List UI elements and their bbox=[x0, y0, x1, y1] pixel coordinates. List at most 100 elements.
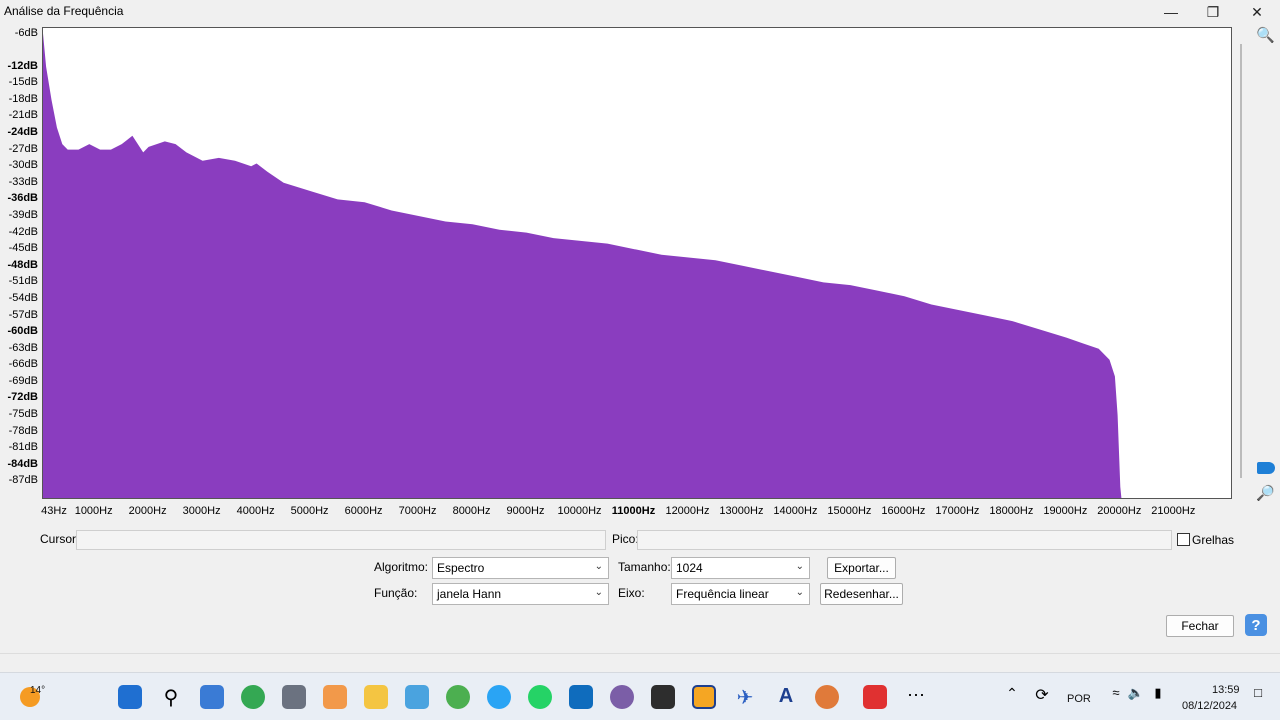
weather-temp: 14° bbox=[30, 685, 46, 696]
y-tick-label: -69dB bbox=[8, 374, 38, 387]
zoom-in-icon[interactable]: 🔍 bbox=[1256, 26, 1275, 44]
windows-start-icon[interactable] bbox=[118, 685, 142, 709]
utorrent-icon[interactable] bbox=[446, 685, 470, 709]
more-apps-icon[interactable]: ⋯ bbox=[904, 685, 928, 709]
x-tick-label: 7000Hz bbox=[398, 505, 437, 517]
y-tick-label: -57dB bbox=[8, 308, 38, 321]
size-select[interactable]: 1024 ⌄ bbox=[671, 557, 810, 579]
export-button[interactable]: Exportar... bbox=[827, 557, 896, 579]
file-explorer-icon[interactable] bbox=[364, 685, 388, 709]
spectrum-area bbox=[43, 33, 1122, 498]
volume-icon[interactable]: 🔈 bbox=[1124, 685, 1148, 709]
title-bar: Análise da Frequência — ❐ ✕ bbox=[0, 0, 1280, 24]
zoom-slider-thumb[interactable] bbox=[1257, 462, 1275, 474]
x-tick-label: 16000Hz bbox=[881, 505, 926, 517]
calculator-icon[interactable] bbox=[282, 685, 306, 709]
restore-button[interactable]: ❐ bbox=[1190, 0, 1236, 24]
algorithm-label: Algoritmo: bbox=[374, 560, 429, 574]
y-tick-label: -30dB bbox=[8, 159, 38, 172]
y-tick-label: -54dB bbox=[8, 291, 38, 304]
y-tick-label: -33dB bbox=[8, 175, 38, 188]
y-tick-label: -48dB bbox=[7, 258, 38, 271]
x-tick-label: 20000Hz bbox=[1097, 505, 1142, 517]
zoom-slider-track[interactable] bbox=[1240, 44, 1242, 478]
minimize-icon: — bbox=[1164, 4, 1178, 20]
close-window-button[interactable]: ✕ bbox=[1234, 0, 1280, 24]
y-tick-label: -21dB bbox=[8, 109, 38, 122]
outlook-icon[interactable] bbox=[569, 685, 593, 709]
x-tick-label: 4000Hz bbox=[236, 505, 275, 517]
whatsapp-icon[interactable] bbox=[528, 685, 552, 709]
y-tick-label: -72dB bbox=[7, 391, 38, 404]
spectrum-plot[interactable] bbox=[42, 27, 1232, 499]
clock-time[interactable]: 13:59 bbox=[1212, 684, 1240, 696]
axis-label: Eixo: bbox=[618, 586, 645, 600]
y-tick-label: -81dB bbox=[8, 441, 38, 454]
grid-label: Grelhas bbox=[1192, 533, 1235, 547]
x-tick-label: 10000Hz bbox=[557, 505, 602, 517]
chevron-down-icon: ⌄ bbox=[795, 561, 804, 572]
question-icon: ? bbox=[1251, 616, 1261, 634]
cursor-label: Cursor: bbox=[40, 532, 80, 546]
y-tick-label: -18dB bbox=[8, 92, 38, 105]
x-tick-label: 9000Hz bbox=[506, 505, 545, 517]
x-tick-label: 12000Hz bbox=[665, 505, 710, 517]
y-axis: -6dB -12dB -15dB -18dB -21dB -24dB -27dB -30dB -… bbox=[0, 27, 42, 499]
algorithm-select[interactable]: Espectro ⌄ bbox=[432, 557, 609, 579]
airplane-icon[interactable]: ✈ bbox=[733, 685, 757, 709]
size-label: Tamanho: bbox=[618, 560, 671, 574]
search-icon[interactable]: ⚲ bbox=[159, 685, 183, 709]
y-tick-label: -12dB bbox=[7, 59, 38, 72]
restore-icon: ❐ bbox=[1206, 3, 1220, 20]
y-tick-label: -24dB bbox=[7, 126, 38, 139]
y-tick-label: -45dB bbox=[8, 242, 38, 255]
x-tick-label: 5000Hz bbox=[290, 505, 329, 517]
x-tick-label: 6000Hz bbox=[344, 505, 383, 517]
photos-icon[interactable] bbox=[405, 685, 429, 709]
a-app-icon[interactable]: A bbox=[774, 685, 798, 709]
close-icon: ✕ bbox=[1251, 3, 1263, 20]
divider bbox=[0, 653, 1280, 654]
language-indicator[interactable]: POR bbox=[1067, 693, 1091, 705]
y-tick-label: -6dB bbox=[14, 27, 38, 39]
help-app-icon[interactable] bbox=[487, 685, 511, 709]
notification-icon[interactable]: □ bbox=[1246, 685, 1270, 709]
minimize-button[interactable]: — bbox=[1148, 0, 1194, 24]
y-tick-label: -36dB bbox=[7, 192, 38, 205]
sync-icon[interactable]: ⟳ bbox=[1030, 685, 1054, 709]
close-button[interactable]: Fechar bbox=[1166, 615, 1234, 637]
x-tick-label: 21000Hz bbox=[1151, 505, 1196, 517]
help-button[interactable]: ? bbox=[1245, 614, 1267, 636]
cursor-field bbox=[76, 530, 606, 550]
axis-value: Frequência linear bbox=[676, 587, 769, 601]
chevron-down-icon: ⌄ bbox=[594, 587, 603, 598]
battery-icon[interactable]: ▮ bbox=[1146, 685, 1170, 709]
x-tick-label: 43Hz bbox=[41, 505, 67, 517]
clock-date[interactable]: 08/12/2024 bbox=[1182, 700, 1237, 712]
media-player-icon[interactable] bbox=[323, 685, 347, 709]
app-icon[interactable] bbox=[610, 685, 634, 709]
window-title: Análise da Frequência bbox=[4, 4, 124, 18]
y-tick-label: -42dB bbox=[8, 225, 38, 238]
chrome-icon[interactable] bbox=[241, 685, 265, 709]
x-tick-label: 11000Hz bbox=[611, 505, 656, 517]
zoom-out-icon[interactable]: 🔎 bbox=[1256, 484, 1275, 502]
y-tick-label: -87dB bbox=[8, 474, 38, 487]
y-tick-label: -27dB bbox=[8, 142, 38, 155]
widgets-icon[interactable] bbox=[200, 685, 224, 709]
axis-select[interactable]: Frequência linear ⌄ bbox=[671, 583, 810, 605]
sublime-icon[interactable] bbox=[651, 685, 675, 709]
function-label: Função: bbox=[374, 586, 418, 600]
anydesk-icon[interactable] bbox=[863, 685, 887, 709]
algorithm-value: Espectro bbox=[437, 561, 485, 575]
redraw-button[interactable]: Redesenhar... bbox=[820, 583, 903, 605]
audacity-icon[interactable] bbox=[692, 685, 716, 709]
grid-checkbox[interactable] bbox=[1177, 533, 1190, 546]
y-tick-label: -15dB bbox=[8, 76, 38, 89]
y-tick-label: -84dB bbox=[7, 457, 38, 470]
x-axis: 43Hz 1000Hz 2000Hz 3000Hz 4000Hz 5000Hz 6000Hz… bbox=[41, 499, 1232, 521]
function-select[interactable]: janela Hann ⌄ bbox=[432, 583, 609, 605]
y-tick-label: -39dB bbox=[8, 209, 38, 221]
chevron-up-icon[interactable]: ⌃ bbox=[1000, 685, 1024, 709]
firefox-icon[interactable] bbox=[815, 685, 839, 709]
